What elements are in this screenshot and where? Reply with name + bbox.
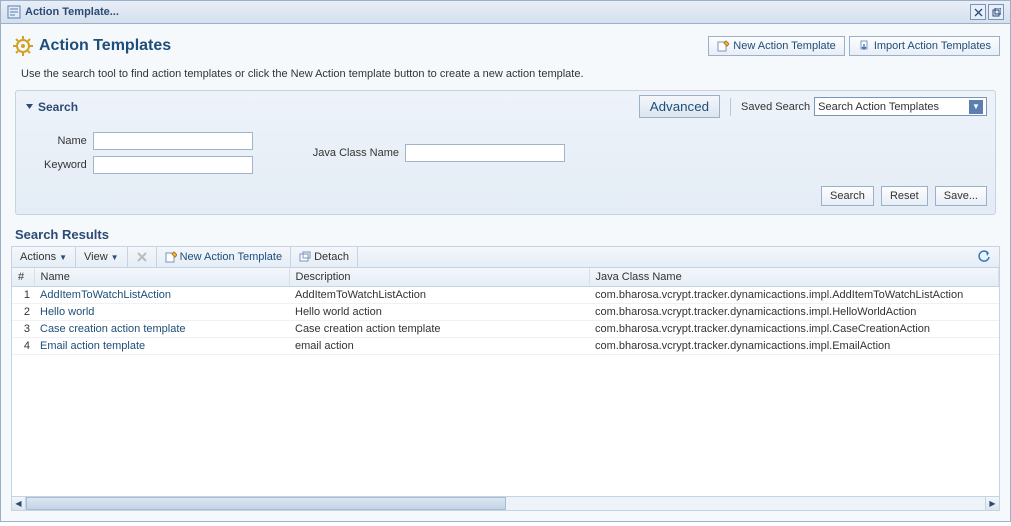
gear-icon [11, 34, 35, 58]
reset-button[interactable]: Reset [881, 186, 928, 206]
app-icon [7, 5, 21, 19]
actions-menu[interactable]: Actions▼ [12, 247, 76, 267]
restore-button[interactable] [988, 4, 1004, 20]
search-fields: Name Keyword Java Class Name [24, 122, 987, 180]
search-actions: Search Reset Save... [24, 180, 987, 206]
row-num: 3 [12, 321, 34, 338]
scroll-track[interactable] [26, 497, 985, 510]
row-class: com.bharosa.vcrypt.tracker.dynamicaction… [589, 321, 999, 338]
import-icon [858, 40, 870, 52]
collapse-icon[interactable] [24, 102, 34, 112]
search-header: Search Advanced Saved Search Search Acti… [24, 95, 987, 122]
template-link[interactable]: Case creation action template [40, 323, 186, 335]
name-input[interactable] [93, 132, 253, 150]
search-panel: Search Advanced Saved Search Search Acti… [15, 90, 996, 215]
advanced-button[interactable]: Advanced [639, 95, 720, 118]
template-link[interactable]: AddItemToWatchListAction [40, 289, 171, 301]
detach-icon [299, 251, 311, 263]
col-header-name[interactable]: Name [34, 268, 289, 287]
table-row[interactable]: 3 Case creation action template Case creat… [12, 321, 999, 338]
new-icon [717, 40, 729, 52]
scroll-thumb[interactable] [26, 497, 506, 510]
refresh-button[interactable] [969, 247, 999, 267]
row-class: com.bharosa.vcrypt.tracker.dynamicaction… [589, 287, 999, 304]
chevron-down-icon: ▼ [969, 100, 983, 114]
scroll-left-arrow[interactable]: ◀ [12, 497, 26, 510]
name-label: Name [44, 135, 87, 147]
row-num: 4 [12, 338, 34, 355]
horizontal-scrollbar[interactable]: ◀ ▶ [11, 497, 1000, 511]
table-row[interactable]: 4 Email action template email actioncom.bh… [12, 338, 999, 355]
content-area: Action Templates New Action Template Imp… [1, 24, 1010, 521]
row-class: com.bharosa.vcrypt.tracker.dynamicaction… [589, 338, 999, 355]
col-header-num[interactable]: # [12, 268, 34, 287]
row-desc: Hello world action [289, 304, 589, 321]
results-table: # Name Description Java Class Name 1 AddI… [12, 268, 999, 355]
new-icon [165, 251, 177, 263]
class-name-label: Java Class Name [313, 147, 399, 159]
instruction-text: Use the search tool to find action templ… [11, 68, 1000, 90]
delete-icon [136, 251, 148, 263]
search-button[interactable]: Search [821, 186, 874, 206]
view-menu[interactable]: View▼ [76, 247, 128, 267]
row-num: 2 [12, 304, 34, 321]
divider [730, 98, 731, 116]
save-button[interactable]: Save... [935, 186, 987, 206]
row-desc: AddItemToWatchListAction [289, 287, 589, 304]
page-header: Action Templates New Action Template Imp… [11, 30, 1000, 68]
search-title: Search [38, 100, 78, 114]
keyword-input[interactable] [93, 156, 253, 174]
table-row[interactable]: 1 AddItemToWatchListAction AddItemToWatchL… [12, 287, 999, 304]
row-name: Case creation action template [34, 321, 289, 338]
window: Action Template... Action Templates New … [0, 0, 1011, 522]
template-link[interactable]: Hello world [40, 306, 94, 318]
row-desc: email action [289, 338, 589, 355]
close-tab-button[interactable] [970, 4, 986, 20]
row-name: Hello world [34, 304, 289, 321]
saved-search-select[interactable]: Search Action Templates ▼ [814, 97, 987, 116]
scroll-right-arrow[interactable]: ▶ [985, 497, 999, 510]
import-action-templates-button[interactable]: Import Action Templates [849, 36, 1000, 56]
row-name: Email action template [34, 338, 289, 355]
detach-button[interactable]: Detach [291, 247, 358, 267]
class-name-input[interactable] [405, 144, 565, 162]
table-row[interactable]: 2 Hello world Hello world actioncom.bharos… [12, 304, 999, 321]
toolbar-new-action-template[interactable]: New Action Template [157, 247, 292, 267]
results-toolbar: Actions▼ View▼ New Action Template Detac… [11, 246, 1000, 267]
col-header-class[interactable]: Java Class Name [589, 268, 999, 287]
row-desc: Case creation action template [289, 321, 589, 338]
new-action-template-button[interactable]: New Action Template [708, 36, 845, 56]
results-title: Search Results [11, 215, 1000, 246]
saved-search-label: Saved Search [741, 101, 810, 113]
row-name: AddItemToWatchListAction [34, 287, 289, 304]
page-title: Action Templates [11, 34, 171, 58]
window-title: Action Template... [25, 6, 119, 18]
col-header-desc[interactable]: Description [289, 268, 589, 287]
results-table-wrap: # Name Description Java Class Name 1 AddI… [11, 267, 1000, 497]
row-class: com.bharosa.vcrypt.tracker.dynamicaction… [589, 304, 999, 321]
keyword-label: Keyword [44, 159, 87, 171]
delete-button[interactable] [128, 247, 157, 267]
template-link[interactable]: Email action template [40, 340, 145, 352]
titlebar: Action Template... [1, 1, 1010, 24]
row-num: 1 [12, 287, 34, 304]
